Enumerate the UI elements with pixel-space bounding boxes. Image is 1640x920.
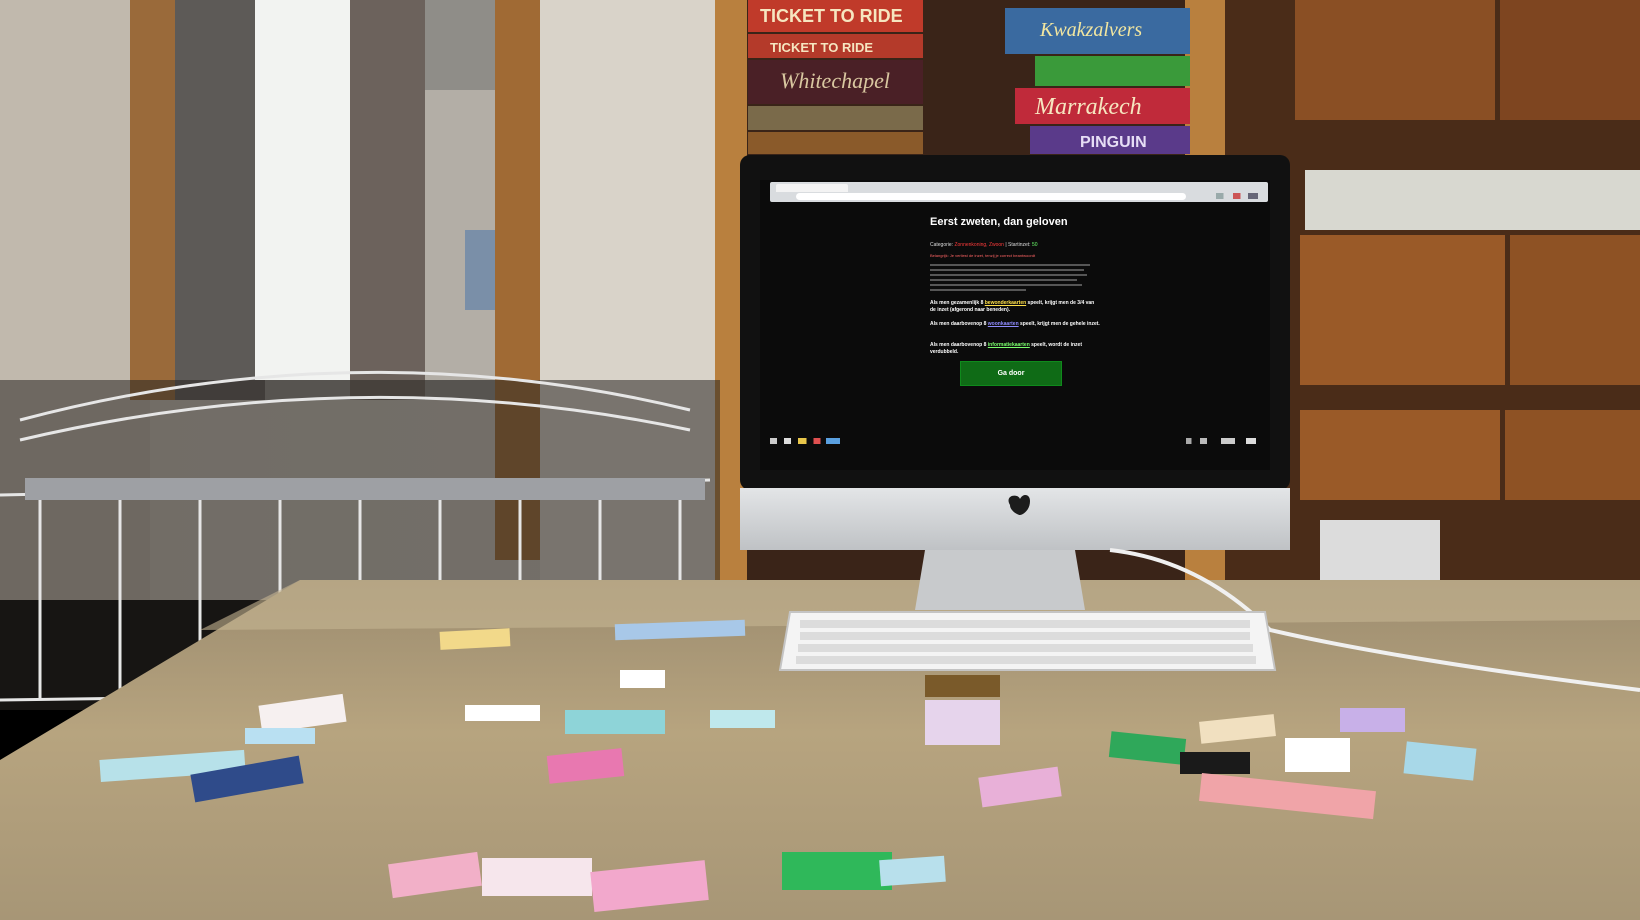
intro-paragraph bbox=[930, 264, 1090, 294]
box-text-3: Whitechapel bbox=[780, 68, 890, 93]
rule-1-prefix: Als men gezamenlijk 8 bbox=[930, 300, 984, 306]
crate-1 bbox=[1295, 0, 1495, 120]
rule-3-prefix: Als men daarbovenop 8 bbox=[930, 342, 987, 348]
crate-2 bbox=[1500, 0, 1640, 120]
address-bar[interactable] bbox=[796, 193, 1186, 200]
box-text-6: PINGUIN bbox=[1080, 134, 1147, 151]
taskbar-tray[interactable] bbox=[1186, 438, 1256, 444]
box-text-5: Marrakech bbox=[1034, 94, 1142, 120]
rule-1-card-link[interactable]: bewonderkaarten bbox=[985, 300, 1026, 306]
cage-rim bbox=[25, 478, 705, 500]
rule-2-suffix: speelt, krijgt men de gehele inzet. bbox=[1020, 321, 1100, 327]
notice-text: Belangrijk: Je verliest de inzet, tenzij… bbox=[930, 253, 1036, 258]
rule-2-card-link[interactable]: woonkaarten bbox=[988, 321, 1019, 327]
game-box-5 bbox=[748, 132, 923, 154]
category-line: Categorie: Zonnenkoning, Zwoon | Startin… bbox=[930, 242, 1170, 248]
browser-tab[interactable] bbox=[776, 184, 848, 192]
monitor-stand bbox=[915, 550, 1085, 610]
browser-toolbar bbox=[770, 182, 1268, 202]
game-box-green bbox=[1035, 56, 1190, 86]
rule-1: Als men gezamenlijk 8 bewonderkaarten sp… bbox=[930, 300, 1100, 314]
crate-4 bbox=[1510, 235, 1640, 385]
rule-3-card-link[interactable]: informatiekaarten bbox=[988, 342, 1030, 348]
crate-3 bbox=[1300, 235, 1505, 385]
category-label: Categorie: bbox=[930, 242, 954, 248]
box-text-2: TICKET TO RIDE bbox=[770, 40, 873, 55]
rule-2-prefix: Als men daarbovenop 8 bbox=[930, 321, 987, 327]
rule-3: Als men daarbovenop 8 informatiekaarten … bbox=[930, 342, 1100, 356]
monitor-screen: Eerst zweten, dan geloven Categorie: Zon… bbox=[760, 180, 1270, 470]
curtain-right bbox=[350, 0, 425, 400]
browser-extension-icons[interactable] bbox=[1216, 193, 1258, 199]
box-text-1: TICKET TO RIDE bbox=[760, 6, 903, 26]
taskbar-apps[interactable] bbox=[770, 438, 840, 444]
game-box-4 bbox=[748, 106, 923, 130]
binders bbox=[1305, 170, 1640, 230]
bet-label: Startinzet: bbox=[1008, 242, 1031, 248]
plastic-box bbox=[1320, 520, 1440, 580]
page-title: Eerst zweten, dan geloven bbox=[930, 216, 1068, 228]
window-light bbox=[255, 0, 365, 380]
box-text-4: Kwakzalvers bbox=[1039, 19, 1142, 41]
bet-value: 50 bbox=[1031, 242, 1038, 248]
category-value: Zonnenkoning, Zwoon bbox=[954, 242, 1004, 248]
photo-scene: TICKET TO RIDE TICKET TO RIDE Whitechape… bbox=[0, 0, 1640, 920]
continue-button[interactable]: Ga door bbox=[960, 361, 1062, 386]
crate-5 bbox=[1300, 410, 1500, 500]
crate-6 bbox=[1505, 410, 1640, 500]
curtain-left bbox=[175, 0, 265, 400]
rule-2: Als men daarbovenop 8 woonkaarten speelt… bbox=[930, 321, 1100, 328]
door-frame-left bbox=[130, 0, 175, 400]
